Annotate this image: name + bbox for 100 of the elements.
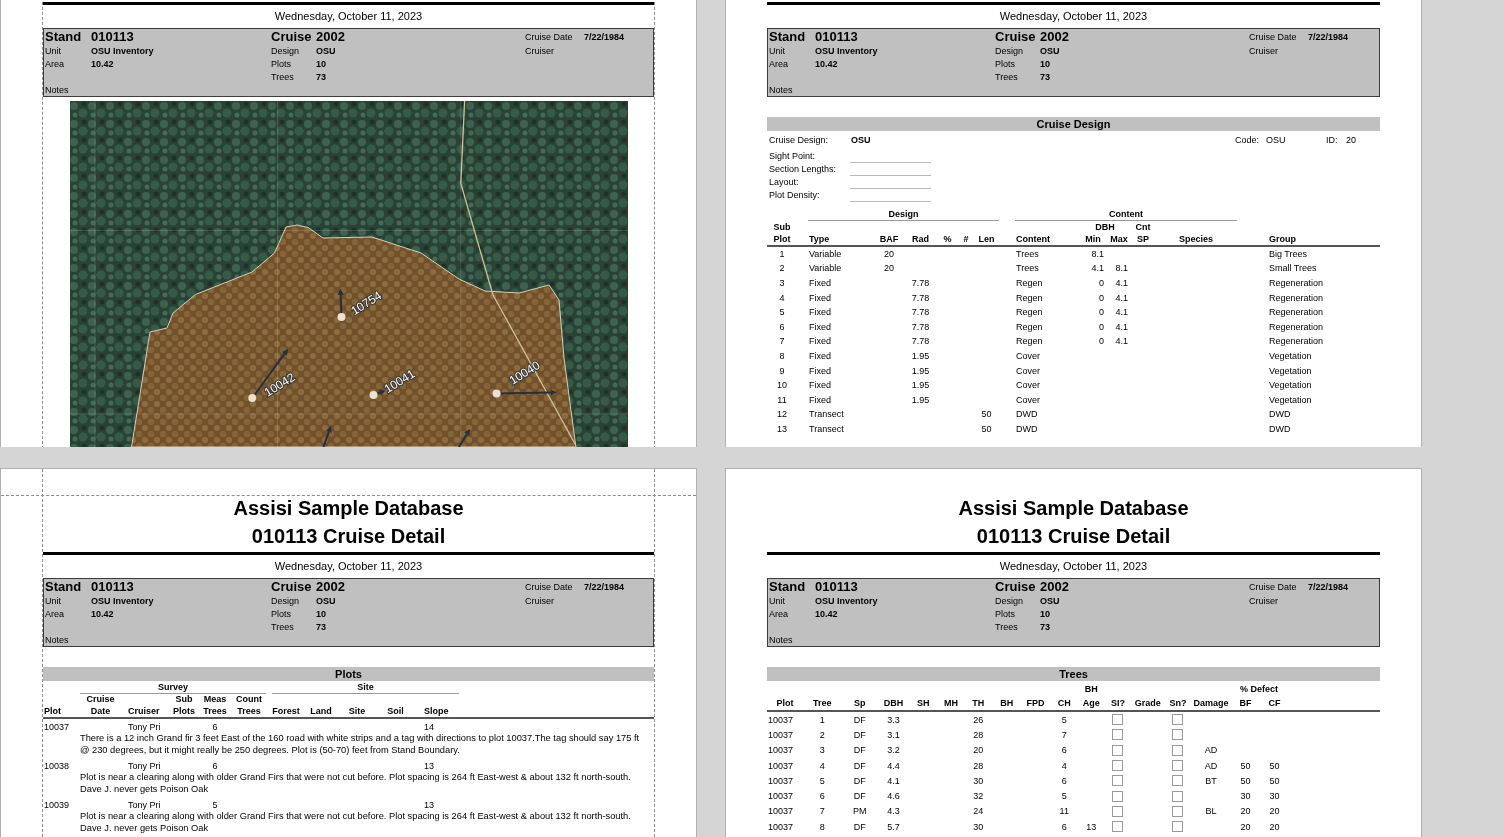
table-cell: Vegetation [1269, 394, 1312, 405]
checkbox[interactable] [1112, 744, 1124, 756]
checkbox[interactable] [1172, 714, 1184, 726]
table-cell: 6 [819, 791, 825, 802]
report-date: Wednesday, October 11, 2023 [999, 559, 1148, 573]
table-cell: 30 [1269, 791, 1280, 802]
field-value: 7/22/1984 [1308, 31, 1349, 42]
table-cell: Cover [1016, 365, 1040, 376]
table-cell: 0 [1099, 278, 1104, 288]
checkbox[interactable] [1112, 790, 1124, 802]
table-cell: 4 [779, 292, 785, 303]
table-cell: Regen [1016, 307, 1043, 318]
column-group-header: Design [808, 207, 999, 221]
checkbox[interactable] [1112, 760, 1124, 772]
column-header: BH Age [1081, 683, 1101, 710]
table-cell: 4.3 [887, 806, 900, 817]
column-header: % [943, 232, 952, 245]
field-value: 7/22/1984 [1308, 581, 1349, 592]
table-cell: Fixed [809, 394, 831, 405]
field-value: OSU [1266, 134, 1286, 145]
table-cell: 0 [1099, 292, 1104, 303]
table-cell: DF [853, 714, 866, 725]
table-cell: 30 [973, 775, 984, 786]
field-label: Plots [995, 608, 1015, 619]
table-cell: Fixed [809, 278, 831, 288]
field-label: Layout: [769, 177, 799, 187]
table-cell: 10038 [44, 760, 70, 771]
checkbox[interactable] [1112, 729, 1124, 741]
table-cell: 30 [973, 821, 984, 832]
table-cell: DWD [1269, 423, 1291, 434]
table-cell: DF [853, 791, 866, 802]
column-header: Land [310, 705, 332, 717]
checkbox[interactable] [1172, 729, 1184, 741]
field-label: Plot Density: [769, 190, 820, 200]
field-value: 10 [1040, 608, 1050, 619]
report-title: 010113 Cruise Detail [976, 524, 1171, 549]
table-cell: Regeneration [1269, 321, 1324, 332]
table-cell: 10037 [768, 729, 794, 740]
column-header: MH [943, 696, 958, 710]
field-label: Trees [995, 71, 1018, 82]
table-cell: 50 [981, 409, 992, 420]
checkbox[interactable] [1172, 790, 1184, 802]
table-cell: Regen [1016, 278, 1043, 288]
column-header: Forest [272, 705, 300, 717]
stand-label: Stand [769, 579, 806, 594]
table-cell: Transect [809, 423, 844, 434]
report-title: Assisi Sample Database [958, 496, 1189, 521]
field-label: Design [995, 45, 1023, 56]
plot-notes: Plot is near a clearing along with older Grand Firs that were not cut before. Plot spacing is 264 ft East-west & about 132 ft north-south. Dave J. never gets Poison Oak [80, 772, 632, 795]
table-cell: DF [853, 745, 866, 756]
field-label: Area [769, 58, 788, 69]
column-header: SH [917, 696, 930, 710]
field-value: 7/22/1984 [584, 581, 625, 592]
checkbox[interactable] [1172, 775, 1184, 787]
table-cell: 10037 [768, 791, 794, 802]
checkbox[interactable] [1112, 821, 1124, 833]
checkbox[interactable] [1172, 760, 1184, 772]
field-label: Unit [769, 595, 785, 606]
column-group-header: Site [272, 681, 459, 694]
table-cell: 5 [1061, 714, 1067, 725]
field-label: Cruiser [1249, 595, 1278, 606]
table-cell: 0 [1099, 307, 1104, 318]
cruise-label: Cruise [271, 579, 312, 594]
field-label: Section Lengths: [769, 164, 837, 174]
field-label: Unit [45, 45, 61, 56]
table-cell: 5 [212, 799, 218, 810]
report-date: Wednesday, October 11, 2023 [274, 559, 423, 573]
column-header: Plot [44, 705, 61, 717]
table-cell: Transect [809, 409, 844, 420]
column-header: DBH [883, 696, 904, 710]
table-cell: Trees [1016, 263, 1039, 274]
field-value: OSU Inventory [815, 45, 878, 56]
checkbox[interactable] [1112, 775, 1124, 787]
table-cell: 4.1 [1115, 278, 1128, 288]
field-value: 20 [1346, 134, 1356, 145]
column-header: Meas Trees [202, 694, 228, 717]
table-cell: Fixed [809, 307, 831, 318]
field-label: Area [45, 58, 64, 69]
notes-label: Notes [45, 634, 69, 645]
column-header: Tree [813, 696, 832, 710]
field-value: OSU Inventory [91, 45, 154, 56]
table-cell: 8 [779, 350, 785, 361]
table-cell: 10037 [768, 821, 794, 832]
checkbox[interactable] [1112, 805, 1124, 817]
checkbox[interactable] [1172, 744, 1184, 756]
table-cell: 20 [1269, 806, 1280, 817]
table-cell: DF [853, 821, 866, 832]
table-cell: Cover [1016, 380, 1040, 391]
checkbox[interactable] [1112, 714, 1124, 726]
checkbox[interactable] [1172, 805, 1184, 817]
column-group-header: Survey [80, 681, 266, 694]
cruise-number: 2002 [316, 579, 345, 594]
checkbox[interactable] [1172, 821, 1184, 833]
table-cell: 4 [1061, 760, 1067, 771]
cruise-label: Cruise [995, 29, 1036, 44]
table-cell: 4.1 [1115, 307, 1128, 318]
table-cell: DF [853, 760, 866, 771]
stand-number: 010113 [815, 579, 858, 594]
plot-notes: There is a 12 inch Grand fir 3 feet East of the 160 road with white strips and a tag with directions to plot 10037.The tag should say 175 ft @ 230 degrees, but it might really be 250 degrees. Plot is (50-70) feet from Stand Boundary. [80, 733, 641, 756]
table-cell: 4.6 [887, 791, 900, 802]
